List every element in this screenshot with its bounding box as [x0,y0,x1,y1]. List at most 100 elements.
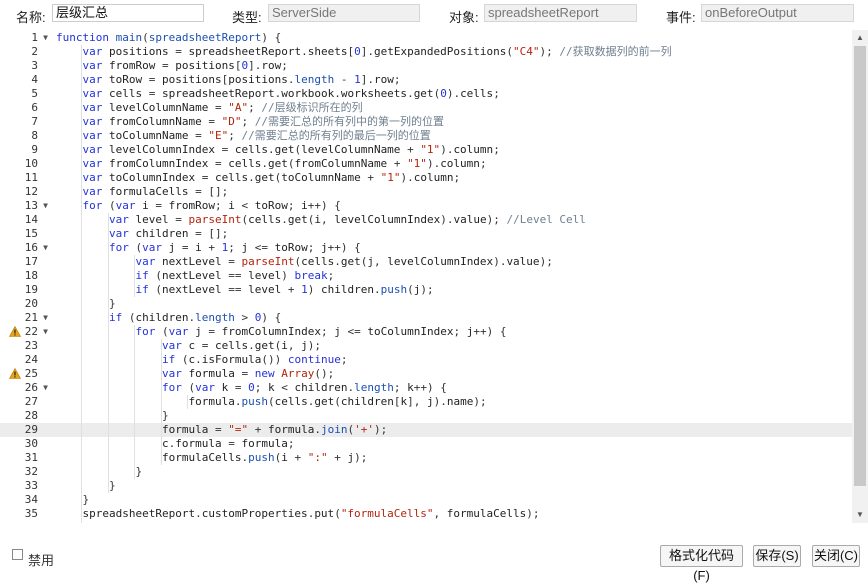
line-number: 30 [24,437,38,450]
code-text: var level = parseInt(cells.get(i, levelC… [109,213,586,226]
code-line-27[interactable]: formula.push(cells.get(children[k], j).n… [52,395,852,409]
code-line-19[interactable]: if (nextLevel == level + 1) children.pus… [52,283,852,297]
code-line-34[interactable]: } [52,493,852,507]
gutter-line-1: 1 ▼ [0,31,52,45]
code-area[interactable]: function main(spreadsheetReport) { var p… [52,30,852,523]
code-text: for (var j = fromColumnIndex; j <= toCol… [135,325,507,338]
line-number: 20 [24,297,38,310]
code-line-3[interactable]: var fromRow = positions[0].row; [52,59,852,73]
gutter-line-10: 10 [0,157,52,171]
scroll-up-arrow-icon[interactable]: ▲ [852,31,868,45]
code-text: var levelColumnName = "A"; //层级标识所在的列 [82,101,363,114]
code-editor[interactable]: 1 ▼ 2 3 4 5 6 7 8 9 10 11 12 13 ▼ 14 15 16 ▼ 17 18 19 20 21 ▼ 22 ▼… [0,30,868,523]
line-number: 10 [24,157,38,170]
close-button[interactable]: 关闭(C) [812,545,860,567]
disable-checkbox[interactable] [12,549,23,560]
line-number-gutter: 1 ▼ 2 3 4 5 6 7 8 9 10 11 12 13 ▼ 14 15 16 ▼ 17 18 19 20 21 ▼ 22 ▼… [0,30,52,523]
vertical-scrollbar[interactable]: ▲ ▼ [852,30,868,523]
gutter-line-27: 27 [0,395,52,409]
code-line-31[interactable]: formulaCells.push(i + ":" + j); [52,451,852,465]
code-line-14[interactable]: var level = parseInt(cells.get(i, levelC… [52,213,852,227]
code-line-7[interactable]: var fromColumnName = "D"; //需要汇总的所有列中的第一… [52,115,852,129]
line-number: 36 [25,521,38,523]
code-line-22[interactable]: for (var j = fromColumnIndex; j <= toCol… [52,325,852,339]
gutter-line-21: 21 ▼ [0,311,52,325]
code-text: } [135,465,143,478]
fold-arrow-icon[interactable]: ▼ [43,311,48,325]
code-line-2[interactable]: var positions = spreadsheetReport.sheets… [52,45,852,59]
code-line-36[interactable]: spreadsheetReport.workbook.calculateForm… [52,521,852,523]
line-number: 35 [24,507,38,520]
gutter-line-2: 2 [0,45,52,59]
code-text: formulaCells.push(i + ":" + j); [162,451,368,464]
code-line-5[interactable]: var cells = spreadsheetReport.workbook.w… [52,87,852,101]
code-line-21[interactable]: if (children.length > 0) { [52,311,852,325]
code-text: formula = "=" + formula.join('+'); [162,423,388,436]
code-line-8[interactable]: var toColumnName = "E"; //需要汇总的所有列的最后一列的… [52,129,852,143]
fold-arrow-icon[interactable]: ▼ [43,381,48,395]
code-line-29[interactable]: formula = "=" + formula.join('+'); [52,423,852,437]
line-number: 28 [24,409,38,422]
scroll-down-arrow-icon[interactable]: ▼ [852,508,868,522]
code-line-25[interactable]: var formula = new Array(); [52,367,852,381]
code-line-30[interactable]: c.formula = formula; [52,437,852,451]
format-code-button[interactable]: 格式化代码(F) [660,545,743,583]
code-text: if (nextLevel == level + 1) children.pus… [135,283,434,296]
code-text: spreadsheetReport.customProperties.put("… [82,507,540,520]
code-line-35[interactable]: spreadsheetReport.customProperties.put("… [52,507,852,521]
gutter-line-31: 31 [0,451,52,465]
gutter-line-30: 30 [0,437,52,451]
type-label: 类型: [232,10,262,25]
code-line-12[interactable]: var formulaCells = []; [52,185,852,199]
line-number: 6 [31,101,38,114]
gutter-line-22: 22 ▼ [0,325,52,339]
code-line-16[interactable]: for (var j = i + 1; j <= toRow; j++) { [52,241,852,255]
code-line-28[interactable]: } [52,409,852,423]
line-number: 18 [24,269,38,282]
code-line-23[interactable]: var c = cells.get(i, j); [52,339,852,353]
code-line-24[interactable]: if (c.isFormula()) continue; [52,353,852,367]
gutter-line-18: 18 [0,269,52,283]
gutter-line-9: 9 [0,143,52,157]
gutter-line-33: 33 [0,479,52,493]
code-text: for (var j = i + 1; j <= toRow; j++) { [109,241,361,254]
line-number: 22 [24,325,38,338]
code-line-18[interactable]: if (nextLevel == level) break; [52,269,852,283]
code-text: var formula = new Array(); [162,367,335,380]
save-button[interactable]: 保存(S) [753,545,801,567]
code-line-1[interactable]: function main(spreadsheetReport) { [52,31,852,45]
script-properties-bar: 名称: 层级汇总 类型: ServerSide 对象: spreadsheetR… [0,0,868,30]
gutter-line-32: 32 [0,465,52,479]
name-input[interactable]: 层级汇总 [52,4,204,22]
scrollbar-thumb[interactable] [854,46,866,486]
code-line-10[interactable]: var fromColumnIndex = cells.get(fromColu… [52,157,852,171]
gutter-line-36: 36 [0,521,52,523]
fold-arrow-icon[interactable]: ▼ [43,325,48,339]
warning-icon [9,326,21,337]
code-line-17[interactable]: var nextLevel = parseInt(cells.get(j, le… [52,255,852,269]
code-text: var children = []; [109,227,229,240]
code-line-4[interactable]: var toRow = positions[positions.length -… [52,73,852,87]
fold-arrow-icon[interactable]: ▼ [43,31,48,45]
code-line-33[interactable]: } [52,479,852,493]
code-line-13[interactable]: for (var i = fromRow; i < toRow; i++) { [52,199,852,213]
code-line-26[interactable]: for (var k = 0; k < children.length; k++… [52,381,852,395]
type-field: ServerSide [268,4,420,22]
event-field: onBeforeOutput [701,4,854,22]
fold-arrow-icon[interactable]: ▼ [43,241,48,255]
code-line-15[interactable]: var children = []; [52,227,852,241]
line-number: 26 [24,381,38,394]
code-text: } [82,493,90,506]
code-line-20[interactable]: } [52,297,852,311]
code-text: formula.push(cells.get(children[k], j).n… [188,395,487,408]
gutter-line-26: 26 ▼ [0,381,52,395]
warning-icon [9,368,21,379]
line-number: 21 [24,311,38,324]
code-line-6[interactable]: var levelColumnName = "A"; //层级标识所在的列 [52,101,852,115]
line-number: 9 [31,143,38,156]
code-line-32[interactable]: } [52,465,852,479]
code-line-9[interactable]: var levelColumnIndex = cells.get(levelCo… [52,143,852,157]
fold-arrow-icon[interactable]: ▼ [43,199,48,213]
line-number: 34 [24,493,38,506]
code-line-11[interactable]: var toColumnIndex = cells.get(toColumnNa… [52,171,852,185]
